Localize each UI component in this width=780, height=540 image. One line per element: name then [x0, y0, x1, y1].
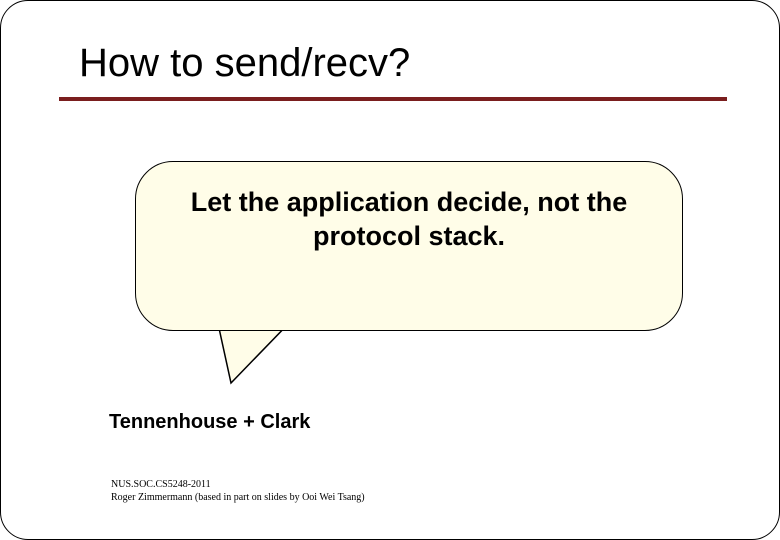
speech-bubble-text: Let the application decide, not the prot… [162, 186, 656, 254]
slide-footer: NUS.SOC.CS5248-2011 Roger Zimmermann (ba… [111, 479, 365, 504]
footer-line-1: NUS.SOC.CS5248-2011 [111, 479, 365, 492]
slide-container: How to send/recv? Let the application de… [0, 0, 780, 540]
speech-bubble-tail-mask [215, 316, 293, 328]
speech-bubble: Let the application decide, not the prot… [135, 161, 683, 331]
speech-bubble-body: Let the application decide, not the prot… [135, 161, 683, 331]
title-divider [59, 97, 727, 101]
attribution-text: Tennenhouse + Clark [109, 411, 310, 434]
footer-line-2: Roger Zimmermann (based in part on slide… [111, 492, 365, 505]
slide-title: How to send/recv? [79, 41, 410, 86]
